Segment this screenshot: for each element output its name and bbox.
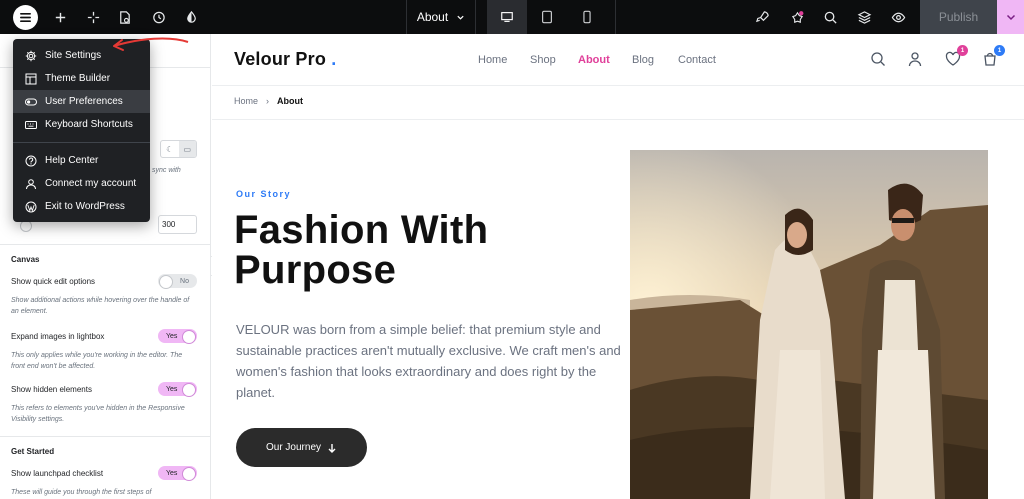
- theme-builder-icon: [25, 73, 37, 84]
- wordpress-icon: [25, 201, 37, 212]
- nav-blog[interactable]: Blog: [632, 54, 654, 66]
- topbar-divider: [615, 0, 616, 34]
- menu-item-user-preferences[interactable]: User Preferences: [13, 90, 150, 113]
- sync-text-peek: sync with: [152, 167, 181, 174]
- search-icon[interactable]: [815, 0, 845, 34]
- sparkle-icon[interactable]: [78, 0, 108, 34]
- breadcrumb-current: About: [277, 96, 304, 106]
- menu-item-label: Keyboard Shortcuts: [45, 119, 133, 130]
- nav-contact[interactable]: Contact: [678, 54, 716, 66]
- site-header: Velour Pro . Home Shop About Blog Contac…: [212, 34, 1024, 86]
- quick-edit-toggle[interactable]: No: [158, 274, 197, 289]
- keyboard-icon: [25, 120, 37, 129]
- menu-item-keyboard-shortcuts[interactable]: Keyboard Shortcuts: [13, 113, 150, 136]
- lightbox-description: This only applies while you're working i…: [11, 352, 183, 370]
- breadcrumb-separator: ›: [266, 96, 270, 106]
- our-journey-button[interactable]: Our Journey: [236, 428, 367, 467]
- search-icon[interactable]: [870, 51, 888, 69]
- hidden-elements-label: Show hidden elements: [11, 385, 92, 394]
- menu-item-label: Theme Builder: [45, 73, 111, 84]
- plus-icon[interactable]: [45, 0, 75, 34]
- menu-item-label: Exit to WordPress: [45, 201, 125, 212]
- chevron-down-icon: [1006, 14, 1015, 21]
- auto-mode-icon[interactable]: ▭: [178, 141, 196, 157]
- breadcrumb: Home › About: [234, 96, 303, 106]
- divider: [0, 244, 210, 245]
- arrow-down-icon: [328, 443, 336, 453]
- site-preview: Velour Pro . Home Shop About Blog Contac…: [212, 34, 1024, 499]
- color-scheme-toggle[interactable]: ☾ ▭: [160, 140, 197, 158]
- hero-photo-couple-on-cliff: [630, 150, 988, 499]
- logo-dot: .: [331, 49, 337, 69]
- launchpad-toggle[interactable]: Yes: [158, 466, 197, 481]
- menu-item-label: Connect my account: [45, 178, 137, 189]
- nav-shop[interactable]: Shop: [530, 54, 556, 66]
- page-selector[interactable]: About: [406, 0, 476, 34]
- hero-body-text: VELOUR was born from a simple belief: th…: [236, 322, 621, 400]
- user-icon: [26, 178, 36, 189]
- lightbox-toggle[interactable]: Yes: [158, 329, 197, 344]
- rocket-icon[interactable]: [747, 0, 777, 34]
- page-name: About: [416, 10, 449, 24]
- menu-item-site-settings[interactable]: Site Settings: [13, 44, 150, 67]
- lightbox-label: Expand images in lightbox: [11, 332, 105, 341]
- wishlist-badge: 1: [957, 45, 968, 56]
- history-icon[interactable]: [143, 0, 173, 34]
- gear-icon: [25, 50, 37, 61]
- account-icon[interactable]: [907, 51, 925, 69]
- quick-edit-description: Show additional actions while hovering o…: [11, 297, 190, 315]
- section-eyebrow: Our Story: [236, 189, 292, 199]
- menu-item-label: Site Settings: [45, 50, 102, 61]
- nav-about[interactable]: About: [578, 54, 610, 66]
- menu-icon[interactable]: [13, 5, 38, 30]
- desktop-view-icon[interactable]: [487, 0, 527, 34]
- layers-icon[interactable]: [849, 0, 879, 34]
- launchpad-description: These will guide you through the first s…: [11, 489, 152, 496]
- menu-item-connect-account[interactable]: Connect my account: [13, 172, 150, 195]
- toggle-icon: [25, 98, 37, 105]
- dark-mode-icon[interactable]: ☾: [161, 141, 179, 157]
- quick-edit-label: Show quick edit options: [11, 277, 96, 286]
- nav-home[interactable]: Home: [478, 54, 507, 66]
- chevron-down-icon: [457, 15, 464, 20]
- hidden-elements-description: This refers to elements you've hidden in…: [11, 405, 185, 423]
- breadcrumb-home[interactable]: Home: [234, 96, 258, 106]
- menu-separator: [13, 142, 150, 143]
- cart-badge: 1: [994, 45, 1005, 56]
- menu-item-label: User Preferences: [45, 96, 123, 107]
- publish-button[interactable]: Publish: [920, 0, 997, 34]
- help-icon: [25, 155, 37, 166]
- divider: [0, 436, 210, 437]
- get-started-section-title: Get Started: [11, 447, 55, 456]
- divider: [212, 119, 1024, 120]
- editor-topbar: About Publish: [0, 0, 1024, 34]
- site-logo[interactable]: Velour Pro .: [234, 49, 336, 70]
- cart-icon[interactable]: 1: [982, 45, 1005, 69]
- menu-item-exit-wordpress[interactable]: Exit to WordPress: [13, 195, 150, 218]
- logo-text: Velour Pro: [234, 49, 327, 69]
- launchpad-label: Show launchpad checklist: [11, 469, 104, 478]
- mobile-view-icon[interactable]: [567, 0, 607, 34]
- menu-item-theme-builder[interactable]: Theme Builder: [13, 67, 150, 90]
- preview-icon[interactable]: [883, 0, 913, 34]
- contrast-icon[interactable]: [176, 0, 206, 34]
- width-input[interactable]: 300: [158, 215, 197, 234]
- tablet-view-icon[interactable]: [527, 0, 567, 34]
- canvas-section-title: Canvas: [11, 255, 40, 264]
- hero-headline: Fashion With Purpose: [234, 208, 489, 292]
- menu-item-label: Help Center: [45, 155, 99, 166]
- publish-options-button[interactable]: [997, 0, 1024, 34]
- menu-item-help-center[interactable]: Help Center: [13, 149, 150, 172]
- hidden-elements-toggle[interactable]: Yes: [158, 382, 197, 397]
- cta-label: Our Journey: [265, 442, 322, 453]
- page-settings-icon[interactable]: [109, 0, 139, 34]
- notifications-icon[interactable]: [782, 0, 812, 34]
- main-menu-dropdown: Site Settings Theme Builder User Prefere…: [13, 39, 150, 222]
- wishlist-icon[interactable]: 1: [945, 45, 968, 69]
